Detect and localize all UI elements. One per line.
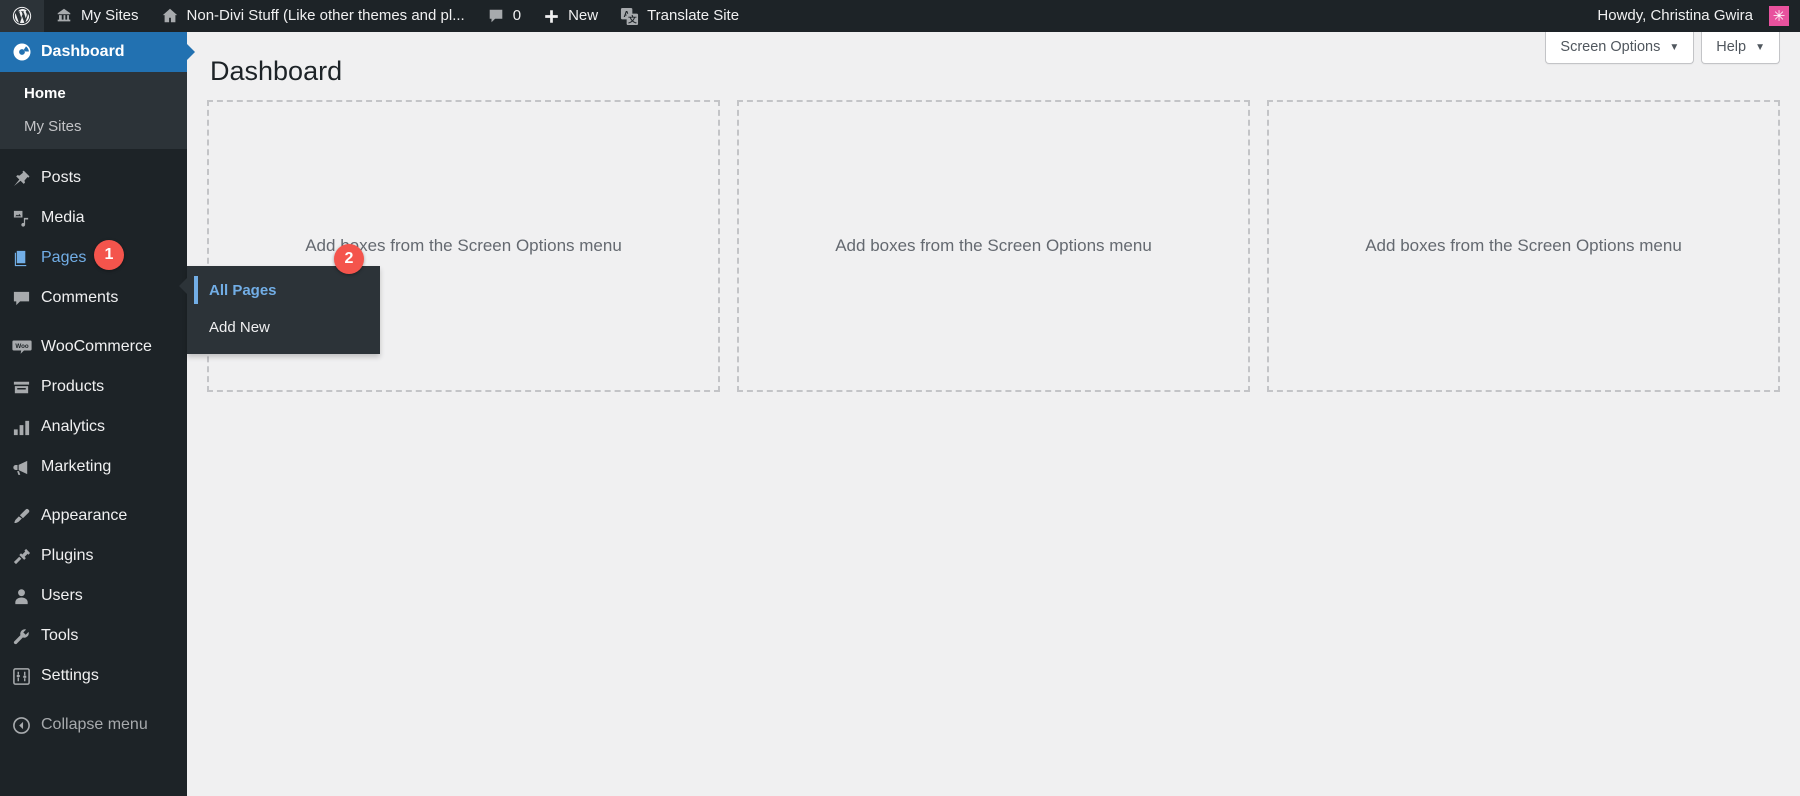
pages-icon [12, 248, 38, 268]
admin-bar-item-comments[interactable]: 0 [476, 0, 532, 32]
user-icon [12, 586, 38, 606]
wrench-icon [12, 626, 38, 646]
admin-bar-right-group: Howdy, Christina Gwira ✳ [1586, 0, 1800, 32]
paintbrush-icon [12, 506, 38, 526]
admin-bar-item-my-account[interactable]: Howdy, Christina Gwira ✳ [1586, 0, 1800, 32]
sidebar-item-media[interactable]: Media [0, 198, 187, 238]
menu-separator [0, 318, 187, 327]
avatar: ✳ [1769, 6, 1789, 26]
sidebar-item-label: Plugins [41, 547, 94, 564]
plus-icon [543, 8, 560, 25]
sidebar-item-label: WooCommerce [41, 338, 152, 355]
admin-bar-label: My Sites [81, 7, 139, 24]
sidebar-item-analytics[interactable]: Analytics [0, 407, 187, 447]
menu-separator [0, 149, 187, 158]
sidebar-item-label: Products [41, 378, 105, 395]
admin-bar: My Sites Non-Divi Stuff (Like other them… [0, 0, 1800, 32]
menu-separator [0, 487, 187, 496]
submenu-item-home[interactable]: Home [0, 77, 187, 110]
collapse-menu-label: Collapse menu [41, 716, 148, 733]
sidebar-item-comments[interactable]: Comments [0, 278, 187, 318]
dashboard-column-2[interactable]: Add boxes from the Screen Options menu [737, 100, 1250, 392]
dashboard-content: Screen Options ▼ Help ▼ Dashboard Add bo… [187, 32, 1800, 796]
admin-bar-label: 0 [512, 7, 522, 24]
plug-icon [12, 546, 38, 566]
sidebar-item-settings[interactable]: Settings [0, 656, 187, 696]
admin-bar-item-site-name[interactable]: Non-Divi Stuff (Like other themes and pl… [150, 0, 476, 32]
collapse-menu-button[interactable]: Collapse menu [0, 705, 187, 745]
sidebar-item-label: Settings [41, 667, 99, 684]
sidebar-item-label: Analytics [41, 418, 106, 435]
menu-separator [0, 696, 187, 705]
sliders-icon [12, 666, 38, 686]
sidebar-item-label: Dashboard [41, 43, 125, 60]
admin-bar-label: New [568, 7, 599, 24]
sidebar-item-label: Comments [41, 289, 119, 306]
svg-text:文: 文 [628, 13, 637, 24]
sidebar-item-posts[interactable]: Posts [0, 158, 187, 198]
admin-bar-label: Translate Site [647, 7, 740, 24]
screen-options-label: Screen Options [1560, 39, 1661, 55]
dashboard-submenu: Home My Sites [0, 72, 187, 149]
sidebar-item-dashboard[interactable]: Dashboard [0, 32, 195, 72]
howdy-greeting: Howdy, Christina Gwira [1597, 7, 1753, 24]
products-box-icon [12, 377, 38, 397]
sidebar-item-users[interactable]: Users [0, 576, 187, 616]
flyout-item-add-new[interactable]: Add New [187, 310, 380, 347]
empty-container-placeholder: Add boxes from the Screen Options menu [835, 236, 1152, 255]
admin-sidebar-menu: Dashboard Home My Sites Posts Media Page… [0, 32, 195, 796]
step-badge-2: 2 [334, 244, 364, 274]
help-label: Help [1716, 39, 1747, 55]
megaphone-icon [12, 457, 38, 477]
sidebar-item-products[interactable]: Products [0, 367, 187, 407]
empty-container-placeholder: Add boxes from the Screen Options menu [1365, 236, 1682, 255]
home-icon [161, 7, 179, 25]
sidebar-item-label: Marketing [41, 458, 112, 475]
screen-options-button[interactable]: Screen Options ▼ [1545, 32, 1695, 64]
admin-bar-item-translate-site[interactable]: A 文 Translate Site [609, 0, 750, 32]
sidebar-item-plugins[interactable]: Plugins [0, 536, 187, 576]
network-sites-icon [55, 7, 73, 25]
pages-flyout-submenu: All Pages Add New [179, 266, 380, 354]
sidebar-item-woocommerce[interactable]: Woo WooCommerce [0, 327, 187, 367]
sidebar-item-label: Appearance [41, 507, 128, 524]
sidebar-item-label: Users [41, 587, 83, 604]
bar-chart-icon [12, 417, 38, 437]
submenu-item-my-sites[interactable]: My Sites [0, 110, 187, 143]
pin-icon [12, 168, 38, 188]
wp-logo-menu[interactable] [0, 0, 44, 32]
sidebar-item-label: Posts [41, 169, 82, 186]
admin-bar-label: Non-Divi Stuff (Like other themes and pl… [186, 7, 465, 24]
step-badge-1: 1 [94, 240, 124, 270]
chevron-down-icon: ▼ [1755, 41, 1765, 53]
sidebar-item-marketing[interactable]: Marketing [0, 447, 187, 487]
flyout-item-label: Add New [209, 318, 270, 336]
sidebar-item-label: Tools [41, 627, 79, 644]
flyout-item-all-pages[interactable]: All Pages [187, 273, 380, 310]
dashboard-gauge-icon [12, 42, 38, 62]
dashboard-column-3[interactable]: Add boxes from the Screen Options menu [1267, 100, 1780, 392]
flyout-item-label: All Pages [209, 282, 277, 299]
help-button[interactable]: Help ▼ [1701, 32, 1780, 64]
sidebar-item-label: Media [41, 209, 85, 226]
wordpress-admin-screen: My Sites Non-Divi Stuff (Like other them… [0, 0, 1800, 796]
admin-bar-item-new[interactable]: New [532, 0, 609, 32]
wordpress-logo-icon [11, 5, 33, 27]
sidebar-item-label: Pages [41, 249, 87, 266]
admin-bar-item-my-sites[interactable]: My Sites [44, 0, 150, 32]
sidebar-item-appearance[interactable]: Appearance [0, 496, 187, 536]
woo-icon: Woo [12, 337, 38, 357]
media-icon [12, 208, 38, 228]
translate-icon: A 文 [620, 7, 639, 26]
svg-text:Woo: Woo [15, 343, 29, 350]
dashboard-widget-columns: Add boxes from the Screen Options menu A… [207, 100, 1780, 392]
screen-meta-links: Screen Options ▼ Help ▼ [1545, 32, 1780, 64]
sidebar-item-tools[interactable]: Tools [0, 616, 187, 656]
comment-bubble-icon [12, 288, 38, 308]
page-title: Dashboard [210, 56, 343, 86]
chevron-down-icon: ▼ [1669, 41, 1680, 53]
collapse-arrow-left-icon [12, 715, 38, 735]
comment-bubble-icon [487, 7, 505, 25]
